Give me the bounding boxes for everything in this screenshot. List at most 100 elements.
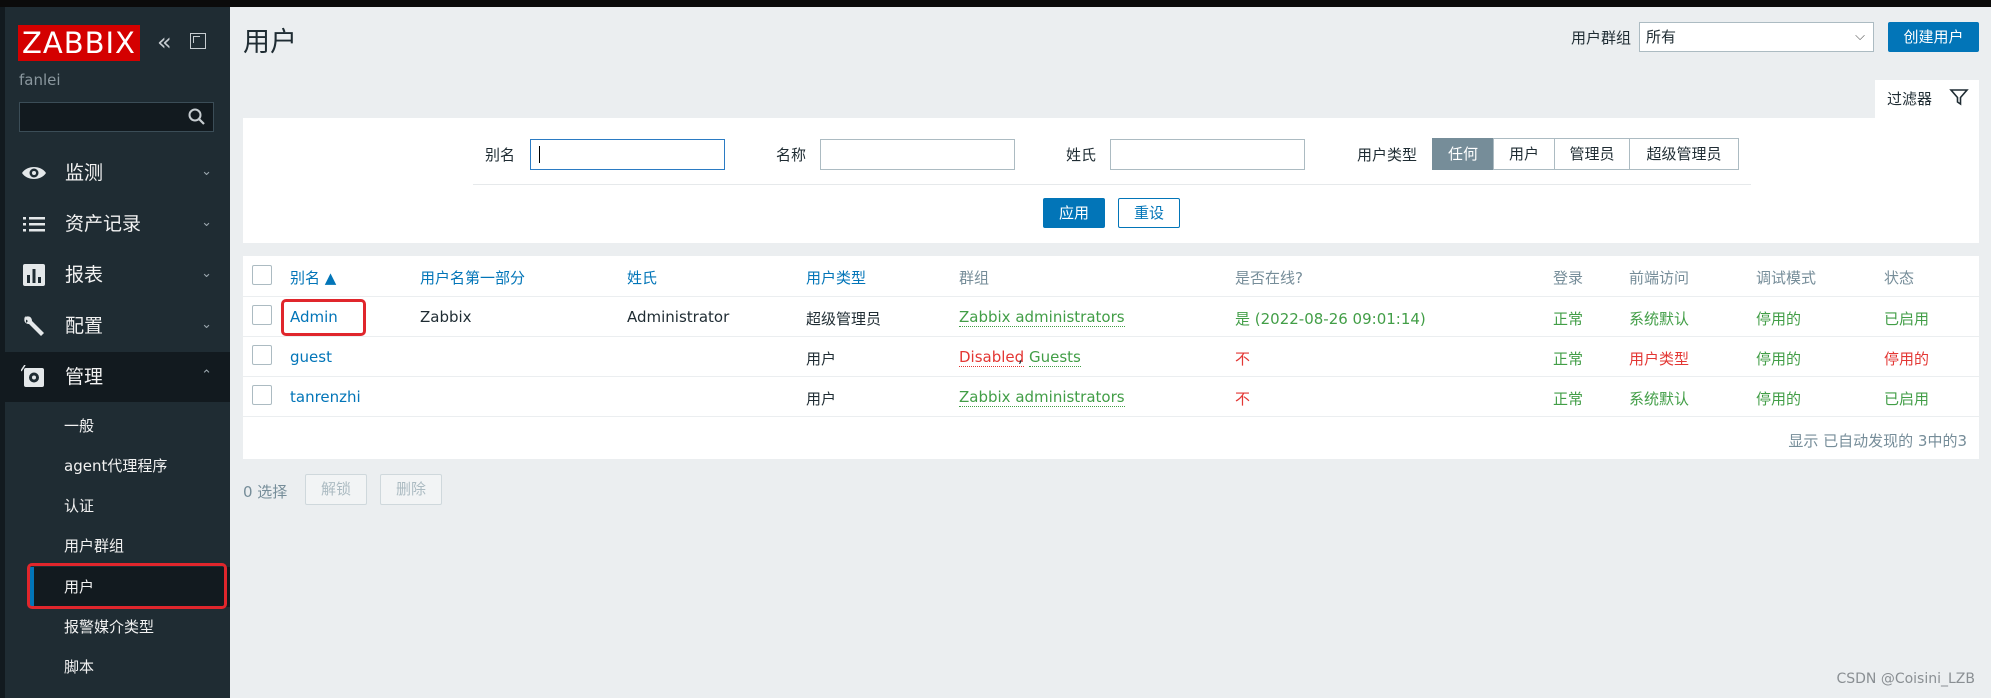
- server-name: fanlei: [19, 71, 61, 89]
- chevron-down-icon: ⌄: [201, 215, 212, 230]
- column-header-groups: 群组: [959, 269, 990, 287]
- user-type-superadmin[interactable]: 超级管理员: [1629, 138, 1739, 170]
- submenu-user-groups[interactable]: 用户群组: [30, 526, 230, 566]
- wrench-icon: [24, 316, 44, 336]
- user-debug-mode: 停用的: [1756, 310, 1802, 328]
- alias-input[interactable]: [530, 139, 725, 170]
- gear-icon: [21, 365, 44, 387]
- chevron-down-icon: ⌄: [201, 266, 212, 281]
- user-type: 超级管理员: [806, 310, 882, 328]
- search-icon[interactable]: [187, 107, 207, 127]
- user-group-link[interactable]: Zabbix administrators: [959, 388, 1125, 407]
- eye-icon: [22, 167, 46, 179]
- user-type: 用户: [806, 390, 837, 408]
- surname-input[interactable]: [1110, 139, 1305, 170]
- user-group-link[interactable]: Disabled: [959, 348, 1025, 367]
- unblock-button[interactable]: 解锁: [305, 474, 367, 505]
- row-divider: [243, 416, 1979, 417]
- nav-label: 配置: [65, 315, 104, 337]
- table-footer-count: 显示 已自动发现的 3中的3: [1788, 432, 1967, 450]
- column-header-status: 状态: [1884, 269, 1915, 287]
- row-checkbox[interactable]: [252, 385, 272, 405]
- user-group-link[interactable]: Guests: [1029, 348, 1081, 367]
- column-header-online: 是否在线?: [1235, 269, 1303, 287]
- user-login-status: 正常: [1553, 310, 1584, 328]
- user-name: Zabbix: [420, 308, 472, 326]
- nav-label: 监测: [65, 162, 104, 184]
- surname-label: 姓氏: [1066, 146, 1097, 164]
- user-type-any[interactable]: 任何: [1432, 138, 1494, 170]
- filter-icon: [1949, 89, 1969, 106]
- user-group-link[interactable]: Zabbix administrators: [959, 308, 1125, 327]
- filter-tab-label: 过滤器: [1887, 90, 1933, 108]
- reset-button[interactable]: 重设: [1118, 198, 1180, 228]
- row-divider: [243, 376, 1979, 377]
- user-frontend-access: 用户类型: [1629, 350, 1690, 368]
- sidebar-search-input[interactable]: [19, 102, 214, 132]
- filter-tab[interactable]: 过滤器: [1875, 80, 1979, 118]
- submenu-general[interactable]: 一般: [30, 406, 230, 446]
- filter-divider: [473, 184, 1751, 185]
- user-login-status: 正常: [1553, 350, 1584, 368]
- group-separator: ,: [1018, 348, 1023, 366]
- column-header-alias[interactable]: 别名 ▲: [290, 267, 336, 288]
- user-alias-link[interactable]: tanrenzhi: [290, 388, 361, 406]
- user-type-admin[interactable]: 管理员: [1554, 138, 1630, 170]
- nav-administration[interactable]: 管理 ⌃: [5, 352, 230, 402]
- zabbix-logo[interactable]: ZABBIX: [18, 25, 140, 61]
- chevron-up-icon: ⌃: [201, 368, 212, 383]
- collapse-sidebar-icon[interactable]: «: [157, 30, 172, 54]
- row-checkbox[interactable]: [252, 345, 272, 365]
- user-type-user[interactable]: 用户: [1493, 138, 1555, 170]
- row-divider: [243, 296, 1979, 297]
- select-all-checkbox[interactable]: [252, 265, 272, 285]
- column-header-frontend-access: 前端访问: [1629, 269, 1690, 287]
- column-header-name[interactable]: 用户名第一部分: [420, 267, 525, 288]
- submenu-authentication[interactable]: 认证: [30, 486, 230, 526]
- highlight-box-users-menu: [27, 563, 227, 609]
- chevron-down-icon: ⌵: [1855, 29, 1865, 44]
- user-frontend-access: 系统默认: [1629, 390, 1690, 408]
- name-input[interactable]: [820, 139, 1015, 170]
- user-debug-mode: 停用的: [1756, 350, 1802, 368]
- submenu-media-types[interactable]: 报警媒介类型: [30, 607, 230, 647]
- row-checkbox[interactable]: [252, 305, 272, 325]
- column-header-user-type[interactable]: 用户类型: [806, 267, 866, 288]
- nav-inventory[interactable]: 资产记录 ⌄: [5, 199, 230, 249]
- apply-button[interactable]: 应用: [1043, 198, 1105, 228]
- nav-label: 管理: [65, 366, 104, 388]
- user-alias-link[interactable]: guest: [290, 348, 332, 366]
- user-frontend-access: 系统默认: [1629, 310, 1690, 328]
- filter-panel: [243, 118, 1979, 243]
- column-header-debug-mode: 调试模式: [1756, 269, 1817, 287]
- nav-monitoring[interactable]: 监测 ⌄: [5, 148, 230, 198]
- selected-count: 0 选择: [243, 483, 288, 501]
- delete-button[interactable]: 删除: [380, 474, 442, 505]
- chevron-down-icon: ⌄: [201, 317, 212, 332]
- user-online-status: 不: [1235, 350, 1251, 368]
- nav-label: 报表: [65, 264, 104, 286]
- user-status[interactable]: 已启用: [1884, 388, 1929, 409]
- user-login-status: 正常: [1553, 390, 1584, 408]
- bar-chart-icon: [23, 264, 45, 286]
- page-title: 用户: [243, 27, 297, 58]
- chevron-down-icon: ⌄: [201, 164, 212, 179]
- alias-label: 别名: [485, 146, 516, 164]
- create-user-button[interactable]: 创建用户: [1888, 22, 1979, 52]
- user-group-select[interactable]: 所有 ⌵: [1639, 22, 1874, 52]
- user-group-selected: 所有: [1646, 28, 1677, 46]
- kiosk-mode-icon[interactable]: [190, 33, 206, 49]
- watermark: CSDN @Coisini_LZB: [1836, 671, 1975, 687]
- nav-reports[interactable]: 报表 ⌄: [5, 250, 230, 300]
- highlight-box-admin: [281, 299, 366, 336]
- user-online-status: 不: [1235, 390, 1251, 408]
- submenu-scripts[interactable]: 脚本: [30, 647, 230, 687]
- user-status[interactable]: 停用的: [1884, 348, 1929, 369]
- column-header-login: 登录: [1553, 269, 1584, 287]
- user-surname: Administrator: [627, 308, 730, 326]
- submenu-proxies[interactable]: agent代理程序: [30, 446, 230, 486]
- nav-label: 资产记录: [65, 213, 142, 235]
- column-header-surname[interactable]: 姓氏: [627, 267, 657, 288]
- nav-configuration[interactable]: 配置 ⌄: [5, 301, 230, 351]
- user-status[interactable]: 已启用: [1884, 308, 1929, 329]
